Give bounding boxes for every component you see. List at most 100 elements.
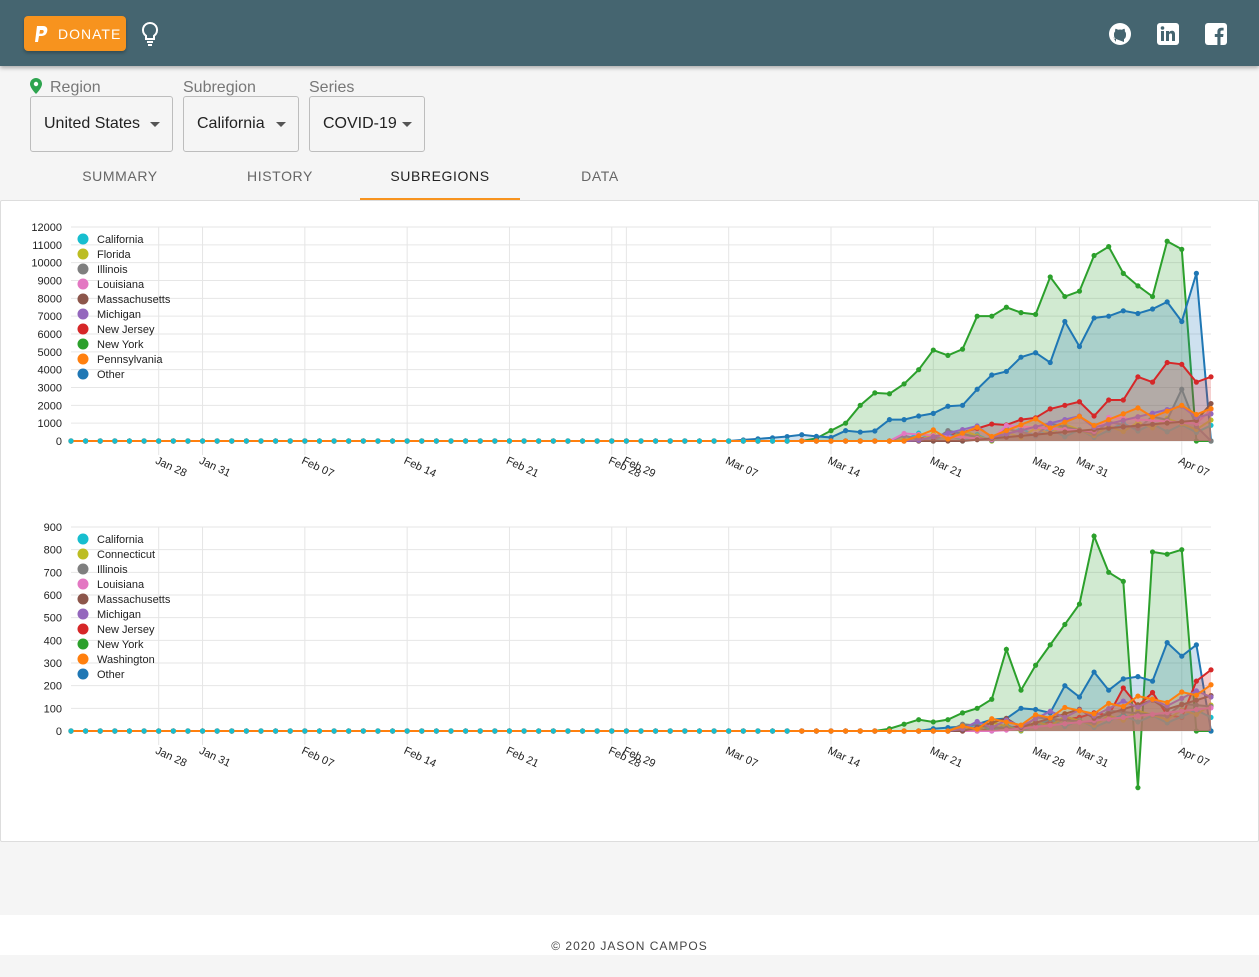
data-point[interactable] bbox=[1179, 318, 1185, 325]
data-point[interactable] bbox=[1062, 683, 1068, 689]
data-point[interactable] bbox=[1179, 689, 1185, 695]
data-point[interactable] bbox=[799, 728, 805, 734]
data-point[interactable] bbox=[1135, 693, 1141, 699]
data-point[interactable] bbox=[214, 438, 220, 444]
data-point[interactable] bbox=[784, 433, 790, 440]
data-point[interactable] bbox=[974, 726, 980, 732]
data-point[interactable] bbox=[945, 430, 951, 436]
data-point[interactable] bbox=[1120, 411, 1126, 417]
data-point[interactable] bbox=[1120, 685, 1126, 691]
data-point[interactable] bbox=[872, 728, 878, 734]
data-point[interactable] bbox=[1091, 533, 1097, 539]
data-point[interactable] bbox=[287, 728, 293, 734]
data-point[interactable] bbox=[1120, 578, 1126, 584]
data-point[interactable] bbox=[959, 402, 966, 408]
data-point[interactable] bbox=[945, 728, 951, 734]
data-point[interactable] bbox=[1047, 708, 1053, 714]
data-point[interactable] bbox=[653, 438, 659, 444]
data-point[interactable] bbox=[726, 728, 732, 734]
data-point[interactable] bbox=[1033, 311, 1039, 317]
data-point[interactable] bbox=[1106, 569, 1112, 575]
data-point[interactable] bbox=[916, 367, 922, 373]
data-point[interactable] bbox=[1091, 422, 1097, 429]
data-point[interactable] bbox=[1208, 406, 1214, 412]
data-point[interactable] bbox=[463, 438, 469, 444]
data-point[interactable] bbox=[1135, 374, 1141, 380]
data-point[interactable] bbox=[1120, 698, 1126, 704]
data-point[interactable] bbox=[638, 728, 644, 734]
data-point[interactable] bbox=[463, 728, 469, 734]
data-point[interactable] bbox=[682, 438, 688, 444]
data-point[interactable] bbox=[916, 433, 922, 439]
data-point[interactable] bbox=[1179, 361, 1185, 367]
data-point[interactable] bbox=[989, 716, 995, 722]
data-point[interactable] bbox=[974, 424, 980, 430]
data-point[interactable] bbox=[1076, 694, 1083, 700]
data-point[interactable] bbox=[623, 728, 629, 734]
data-point[interactable] bbox=[945, 436, 951, 442]
data-point[interactable] bbox=[1106, 313, 1112, 319]
data-point[interactable] bbox=[1091, 315, 1097, 321]
data-point[interactable] bbox=[1193, 692, 1199, 698]
data-point[interactable] bbox=[1179, 246, 1185, 252]
data-point[interactable] bbox=[769, 438, 776, 444]
data-point[interactable] bbox=[565, 438, 571, 444]
data-point[interactable] bbox=[1149, 549, 1156, 555]
data-point[interactable] bbox=[901, 438, 907, 444]
data-point[interactable] bbox=[1149, 306, 1156, 312]
tab-summary[interactable]: SUMMARY bbox=[40, 160, 200, 200]
data-point[interactable] bbox=[901, 728, 907, 734]
data-point[interactable] bbox=[214, 728, 220, 734]
data-point[interactable] bbox=[1018, 722, 1024, 728]
tab-history[interactable]: HISTORY bbox=[200, 160, 360, 200]
data-point[interactable] bbox=[112, 728, 118, 734]
data-point[interactable] bbox=[1164, 408, 1170, 414]
data-point[interactable] bbox=[141, 728, 147, 734]
data-point[interactable] bbox=[199, 438, 206, 444]
data-point[interactable] bbox=[170, 728, 176, 734]
data-point[interactable] bbox=[930, 410, 936, 416]
data-point[interactable] bbox=[1062, 318, 1068, 325]
data-point[interactable] bbox=[667, 438, 673, 444]
data-point[interactable] bbox=[521, 438, 527, 444]
data-point[interactable] bbox=[156, 728, 162, 734]
data-point[interactable] bbox=[477, 728, 483, 734]
data-point[interactable] bbox=[696, 438, 703, 444]
data-point[interactable] bbox=[886, 728, 893, 734]
data-point[interactable] bbox=[1193, 270, 1199, 276]
data-point[interactable] bbox=[1003, 422, 1009, 429]
data-point[interactable] bbox=[433, 728, 439, 734]
data-point[interactable] bbox=[185, 438, 191, 444]
data-point[interactable] bbox=[843, 420, 849, 426]
data-point[interactable] bbox=[1047, 359, 1053, 366]
data-point[interactable] bbox=[1076, 399, 1083, 405]
data-point[interactable] bbox=[974, 718, 980, 725]
data-point[interactable] bbox=[1106, 397, 1112, 403]
data-point[interactable] bbox=[1120, 676, 1126, 682]
data-point[interactable] bbox=[273, 438, 279, 444]
data-point[interactable] bbox=[477, 438, 483, 444]
data-point[interactable] bbox=[1179, 547, 1185, 553]
data-point[interactable] bbox=[419, 728, 425, 734]
data-point[interactable] bbox=[97, 438, 103, 444]
data-point[interactable] bbox=[1135, 283, 1141, 289]
data-point[interactable] bbox=[1003, 304, 1009, 310]
data-point[interactable] bbox=[1033, 416, 1039, 422]
data-point[interactable] bbox=[1135, 405, 1141, 411]
data-point[interactable] bbox=[346, 728, 352, 734]
data-point[interactable] bbox=[886, 391, 893, 397]
data-point[interactable] bbox=[1091, 711, 1097, 717]
data-point[interactable] bbox=[1135, 785, 1141, 791]
data-point[interactable] bbox=[813, 433, 819, 439]
data-point[interactable] bbox=[930, 347, 936, 353]
data-point[interactable] bbox=[492, 438, 498, 444]
data-point[interactable] bbox=[959, 346, 966, 352]
data-point[interactable] bbox=[506, 438, 513, 444]
data-point[interactable] bbox=[1076, 601, 1083, 607]
data-point[interactable] bbox=[83, 728, 89, 734]
data-point[interactable] bbox=[1193, 411, 1199, 418]
data-point[interactable] bbox=[1106, 687, 1112, 693]
data-point[interactable] bbox=[901, 430, 907, 437]
data-point[interactable] bbox=[1164, 238, 1170, 244]
data-point[interactable] bbox=[331, 438, 337, 444]
